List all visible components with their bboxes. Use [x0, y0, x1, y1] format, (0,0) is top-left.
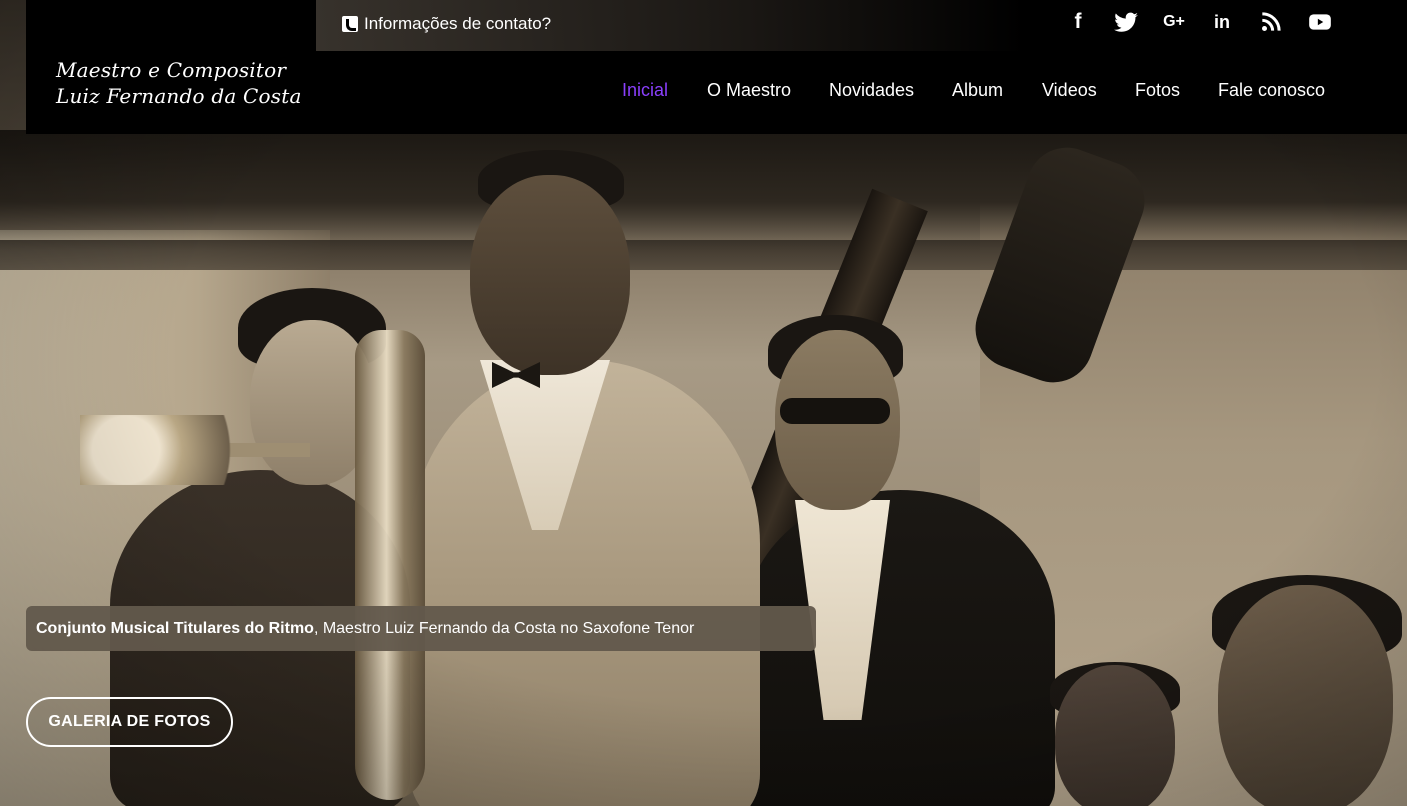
- twitter-icon[interactable]: [1111, 9, 1141, 35]
- youtube-icon[interactable]: [1305, 9, 1335, 35]
- nav-item-novidades[interactable]: Novidades: [829, 80, 914, 101]
- twitter-bird-icon: [1114, 12, 1138, 32]
- slide-caption-text: , Maestro Luiz Fernando da Costa no Saxo…: [313, 619, 695, 637]
- slide-caption-title: Conjunto Musical Titulares do Ritmo: [36, 619, 314, 637]
- nav-item-album[interactable]: Album: [952, 80, 1003, 101]
- phone-square-icon: [342, 16, 358, 32]
- contact-info-label: Informações de contato?: [364, 14, 552, 33]
- photo-gallery-button[interactable]: GALERIA DE FOTOS: [26, 697, 233, 747]
- nav-item-inicial[interactable]: Inicial: [622, 80, 668, 101]
- logo-line-2[interactable]: Luiz Fernando da Costa: [56, 84, 302, 108]
- nav-item-o-maestro[interactable]: O Maestro: [707, 80, 791, 101]
- slide-caption: Conjunto Musical Titulares do Ritmo, Mae…: [26, 606, 816, 651]
- nav-item-videos[interactable]: Videos: [1042, 80, 1097, 101]
- logo-line-1[interactable]: Maestro e Compositor: [56, 58, 286, 82]
- nav-item-fotos[interactable]: Fotos: [1135, 80, 1180, 101]
- youtube-play-icon: [1309, 14, 1331, 30]
- contact-info-link[interactable]: Informações de contato?: [342, 12, 551, 36]
- nav-item-fale-conosco[interactable]: Fale conosco: [1218, 80, 1325, 101]
- rss-icon[interactable]: [1256, 9, 1286, 35]
- rss-feed-icon: [1262, 12, 1281, 31]
